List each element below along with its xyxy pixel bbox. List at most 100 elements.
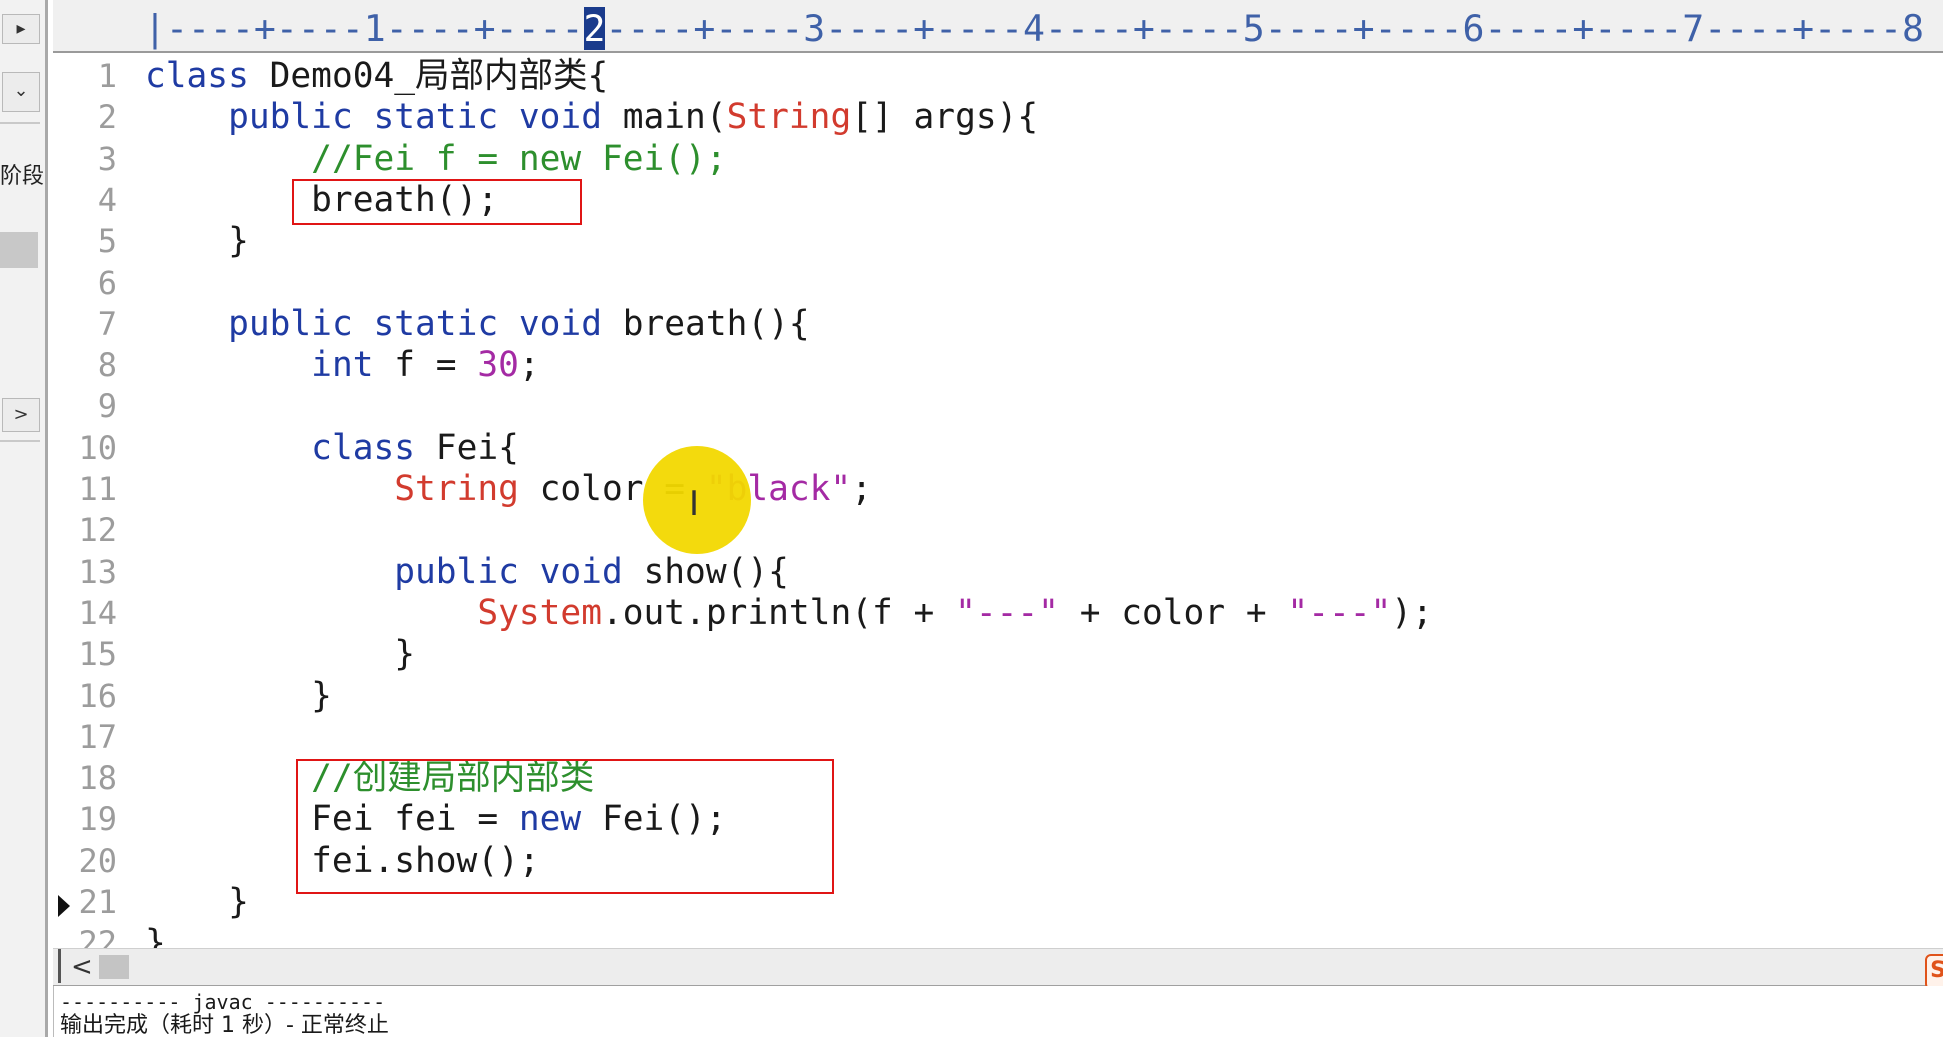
code-line[interactable]: 10 class Fei{ — [53, 428, 1943, 469]
line-number: 7 — [97, 304, 117, 343]
code-text: public static void main(String[] args){ — [145, 97, 1038, 138]
code-line[interactable]: 12 — [53, 510, 1943, 551]
code-token: + color + — [1058, 592, 1288, 633]
code-line[interactable]: 15 } — [53, 634, 1943, 675]
chevron-down-icon: ⌄ — [13, 80, 29, 101]
code-token: public static void — [228, 97, 602, 138]
code-text: int f = 30; — [145, 345, 540, 386]
code-line[interactable]: 13 public void show(){ — [53, 552, 1943, 593]
line-number: 9 — [97, 387, 117, 426]
code-line[interactable]: 3 //Fei f = new Fei(); — [53, 139, 1943, 180]
code-token: Demo04_ — [248, 56, 416, 96]
horizontal-scrollbar[interactable]: < — [53, 948, 1943, 987]
line-number: 13 — [78, 552, 117, 591]
code-token: .out.println(f + — [601, 592, 956, 633]
code-token: } — [145, 634, 416, 675]
code-token: [] args){ — [851, 97, 1039, 138]
strip-divider — [0, 122, 40, 124]
nav-forward-button[interactable]: > — [2, 398, 40, 432]
highlight-box-local-class — [296, 759, 834, 894]
code-line[interactable]: 14 System.out.println(f + "---" + color … — [53, 593, 1943, 634]
code-line[interactable]: 17 — [53, 717, 1943, 758]
code-token: } — [145, 675, 332, 716]
line-number: 3 — [97, 139, 117, 178]
code-token: } — [145, 882, 249, 922]
code-token: System — [477, 592, 602, 633]
code-editor[interactable]: 1 class Demo04_局部内部类{2 public static void… — [53, 53, 1943, 948]
scroll-left-icon[interactable]: < — [71, 952, 93, 982]
output-line: ---------- javac ---------- — [60, 990, 386, 1014]
line-number: 8 — [97, 346, 117, 385]
dropdown-button[interactable]: ⌄ — [2, 72, 40, 112]
code-line[interactable]: 9 — [53, 386, 1943, 427]
line-number: 19 — [78, 800, 117, 839]
line-number: 4 — [97, 180, 117, 219]
code-line[interactable]: 22} — [53, 923, 1943, 948]
code-token: "---" — [955, 592, 1059, 633]
code-text: public void show(){ — [145, 552, 789, 593]
panel-label: 阶段 — [0, 164, 45, 189]
code-token: 局部内部类 — [415, 56, 588, 96]
code-text: } — [145, 882, 249, 923]
code-text: public static void breath(){ — [145, 304, 810, 345]
code-text: } — [145, 676, 332, 717]
line-number: 16 — [78, 676, 117, 715]
code-token: ); — [1391, 592, 1433, 633]
code-token: } — [145, 221, 249, 262]
expand-button[interactable]: ▸ — [2, 14, 40, 44]
chevron-right-icon: > — [13, 404, 29, 425]
code-text: String color = "black"; — [145, 469, 872, 510]
ruler-scale: |----+----1----+----2----+----3----+----… — [144, 7, 1924, 50]
line-number: 6 — [97, 263, 117, 302]
line-number: 15 — [78, 635, 117, 674]
code-token: class — [311, 427, 416, 468]
code-line[interactable]: 1 class Demo04_局部内部类{ — [53, 56, 1943, 97]
code-token: int — [311, 345, 374, 386]
code-token: breath(){ — [601, 303, 810, 344]
code-token: ; — [851, 469, 872, 509]
highlight-box-call — [292, 179, 582, 225]
code-text: } — [145, 634, 415, 675]
code-token: main( — [601, 97, 727, 138]
line-number: 22 — [78, 924, 117, 948]
line-number: 14 — [78, 593, 117, 632]
code-line[interactable]: 5 } — [53, 221, 1943, 262]
code-line[interactable]: 6 — [53, 263, 1943, 304]
line-number: 18 — [78, 759, 117, 798]
line-number: 12 — [78, 511, 117, 550]
code-token: show(){ — [622, 551, 789, 592]
scroll-thumb[interactable] — [99, 955, 129, 979]
code-line[interactable]: 2 public static void main(String[] args)… — [53, 97, 1943, 138]
code-text: } — [145, 923, 166, 948]
selected-item[interactable] — [0, 232, 38, 268]
code-line[interactable]: 7 public static void breath(){ — [53, 304, 1943, 345]
line-number: 10 — [78, 428, 117, 467]
code-token: "---" — [1287, 592, 1392, 633]
code-token: Fei{ — [415, 427, 519, 468]
code-token: public void — [394, 551, 623, 592]
code-text: class Demo04_局部内部类{ — [145, 56, 608, 97]
code-line[interactable]: 16 } — [53, 676, 1943, 717]
code-token: //Fei f = new Fei(); — [311, 138, 727, 179]
side-panel-strip: ▸ ⌄ 阶段 > — [0, 0, 48, 1037]
code-line[interactable]: 8 int f = 30; — [53, 345, 1943, 386]
output-line: 输出完成（耗时 1 秒）- 正常终止 — [60, 1013, 389, 1038]
code-token: class — [145, 56, 249, 96]
column-ruler: |----+----1----+----2----+----3----+----… — [53, 0, 1943, 53]
line-number: 20 — [78, 841, 117, 880]
scroll-corner — [58, 949, 61, 983]
code-token: { — [587, 56, 609, 96]
code-text: //Fei f = new Fei(); — [145, 138, 727, 180]
line-number: 2 — [97, 98, 117, 137]
code-line[interactable]: 11 String color = "black"; — [53, 469, 1943, 510]
triangle-right-icon: ▸ — [16, 18, 26, 39]
code-token: String — [726, 97, 852, 138]
floating-badge-icon[interactable]: S — [1925, 954, 1943, 990]
